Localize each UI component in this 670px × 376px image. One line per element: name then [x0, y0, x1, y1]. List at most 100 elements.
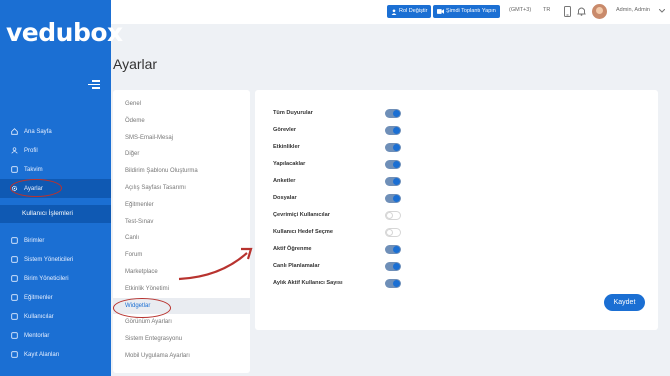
widget-toggle[interactable]: [385, 143, 401, 152]
user-switch-icon: [391, 8, 397, 15]
highlight-ellipse-widgetlar: [113, 298, 171, 318]
sidebar-group-item-0[interactable]: Birimler: [0, 231, 111, 250]
vedubox-logo[interactable]: vedubox: [6, 18, 123, 47]
save-button[interactable]: Kaydet: [604, 294, 645, 311]
mobile-phone-icon[interactable]: [564, 6, 571, 17]
settings-menu-item[interactable]: Açılış Sayfası Tasarımı: [113, 180, 250, 197]
widget-label: Aktif Öğrenme: [273, 246, 312, 252]
sidebar-item-label: Ana Sayfa: [24, 128, 52, 135]
widget-label: Yapılacaklar: [273, 161, 306, 167]
settings-menu-item[interactable]: Mobil Uygulama Ayarları: [113, 348, 250, 365]
toggle-knob: [393, 144, 400, 151]
sidebar-group-nav: Birimler Sistem Yöneticileri Birim Yönetic…: [0, 231, 111, 364]
settings-menu-item[interactable]: Eğitmenler: [113, 197, 250, 214]
sidebar-item-label: Sistem Yöneticileri: [24, 256, 74, 263]
settings-menu: Genel Ödeme SMS-Email-Mesaj Diğer Bildirim Ş…: [113, 90, 250, 373]
widget-label: Görevler: [273, 127, 297, 133]
widget-setting-row: Görevler: [273, 126, 643, 138]
admins-icon: [10, 256, 18, 264]
meeting-now-label: Şimdi Toplantı Yapın: [446, 8, 496, 14]
widget-label: Canlı Planlamalar: [273, 263, 320, 269]
toggle-knob: [393, 280, 400, 287]
widget-setting-row: Etkinlikler: [273, 143, 643, 155]
sidebar-item-0[interactable]: Ana Sayfa: [0, 122, 111, 141]
sidebar-group-item-4[interactable]: Kullanıcılar: [0, 307, 111, 326]
user-icon: [10, 147, 18, 155]
toggle-knob: [393, 161, 400, 168]
widget-label: Aylık Aktif Kullanıcı Sayısı: [273, 280, 343, 286]
widget-label: Tüm Duyurular: [273, 110, 313, 116]
registration-icon: [10, 351, 18, 359]
timezone-selector[interactable]: (GMT+3): [509, 7, 531, 13]
menu-toggle-icon[interactable]: [86, 78, 100, 90]
annotation-arrow: [178, 247, 253, 281]
meeting-now-button[interactable]: Şimdi Toplantı Yapın: [433, 5, 500, 18]
highlight-ellipse-ayarlar: [10, 179, 62, 197]
settings-menu-item[interactable]: Test-Sınav: [113, 214, 250, 231]
widget-label: Dosyalar: [273, 195, 297, 201]
sidebar-item-label: Kayıt Alanları: [24, 351, 60, 358]
chevron-down-icon[interactable]: [659, 9, 665, 13]
widget-setting-row: Canlı Planlamalar: [273, 262, 643, 274]
home-icon: [10, 128, 18, 136]
toggle-knob: [386, 229, 393, 236]
sidebar-item-label: Takvim: [24, 166, 43, 173]
avatar[interactable]: [592, 4, 607, 19]
widget-toggle[interactable]: [385, 160, 401, 169]
settings-menu-item[interactable]: Bildirim Şablonu Oluşturma: [113, 163, 250, 180]
widget-settings-card: Tüm Duyurular Görevler Etkinlikler Yapılaca…: [255, 90, 658, 330]
unit-admins-icon: [10, 275, 18, 283]
sidebar-item-1[interactable]: Profil: [0, 141, 111, 160]
page-title: Ayarlar: [113, 56, 158, 72]
widget-label: Çevrimiçi Kullanıcılar: [273, 212, 330, 218]
sidebar-item-label: Kullanıcılar: [24, 313, 54, 320]
toggle-knob: [393, 263, 400, 270]
video-camera-icon: [437, 9, 444, 14]
sidebar-group-item-2[interactable]: Birim Yöneticileri: [0, 269, 111, 288]
widget-toggle[interactable]: [385, 109, 401, 118]
sidebar-group-item-3[interactable]: Eğitmenler: [0, 288, 111, 307]
sidebar-group-title: Kullanıcı İşlemleri: [0, 205, 111, 223]
sidebar-group-item-5[interactable]: Mentorlar: [0, 326, 111, 345]
sidebar-item-label: Eğitmenler: [24, 294, 53, 301]
settings-menu-item[interactable]: Diğer: [113, 146, 250, 163]
settings-menu-item[interactable]: Ödeme: [113, 113, 250, 130]
widget-setting-row: Anketler: [273, 177, 643, 189]
widget-toggle[interactable]: [385, 228, 401, 237]
units-icon: [10, 237, 18, 245]
widget-setting-row: Yapılacaklar: [273, 160, 643, 172]
widget-setting-row: Dosyalar: [273, 194, 643, 206]
settings-menu-item[interactable]: SMS-Email-Mesaj: [113, 130, 250, 147]
widget-setting-row: Çevrimiçi Kullanıcılar: [273, 211, 643, 223]
toggle-knob: [393, 127, 400, 134]
widget-toggle[interactable]: [385, 177, 401, 186]
users-icon: [10, 313, 18, 321]
sidebar-item-2[interactable]: Takvim: [0, 160, 111, 179]
widget-setting-row: Tüm Duyurular: [273, 109, 643, 121]
toggle-knob: [393, 246, 400, 253]
role-switch-button[interactable]: Rol Değiştir: [387, 5, 432, 18]
instructors-icon: [10, 294, 18, 302]
settings-menu-item[interactable]: Genel: [113, 96, 250, 113]
bell-icon[interactable]: [577, 6, 586, 16]
sidebar-item-label: Birimler: [24, 237, 45, 244]
sidebar-item-label: Birim Yöneticileri: [24, 275, 69, 282]
widget-toggle[interactable]: [385, 262, 401, 271]
sidebar-group-item-1[interactable]: Sistem Yöneticileri: [0, 250, 111, 269]
widget-toggle[interactable]: [385, 245, 401, 254]
widget-label: Anketler: [273, 178, 296, 184]
widget-label: Kullanıcı Hedef Seçme: [273, 229, 333, 235]
widget-toggle[interactable]: [385, 211, 401, 220]
language-selector[interactable]: TR: [543, 7, 550, 13]
mentors-icon: [10, 332, 18, 340]
widget-toggle[interactable]: [385, 194, 401, 203]
sidebar-item-label: Mentorlar: [24, 332, 50, 339]
widget-setting-row: Aylık Aktif Kullanıcı Sayısı: [273, 279, 643, 291]
settings-menu-item[interactable]: Sistem Entegrasyonu: [113, 331, 250, 348]
sidebar-item-label: Profil: [24, 147, 38, 154]
role-switch-label: Rol Değiştir: [399, 8, 428, 14]
user-name[interactable]: Admin, Admin: [616, 7, 650, 13]
sidebar-group-item-6[interactable]: Kayıt Alanları: [0, 345, 111, 364]
widget-toggle[interactable]: [385, 126, 401, 135]
widget-toggle[interactable]: [385, 279, 401, 288]
